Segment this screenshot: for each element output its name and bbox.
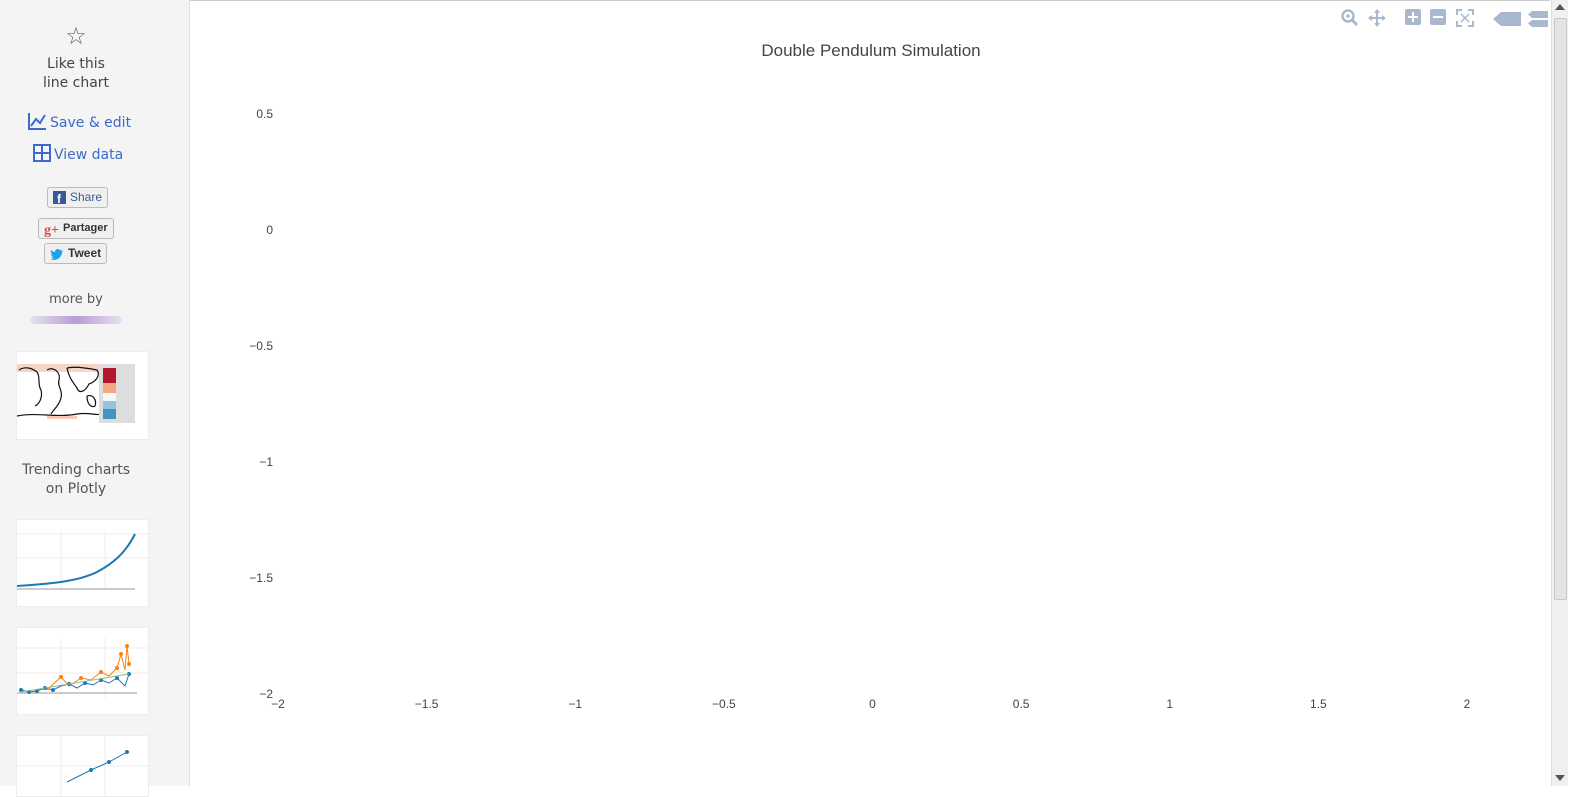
y-tick-label: −1.5 (249, 571, 273, 585)
x-tick-label: −0.5 (712, 697, 736, 711)
pan-icon[interactable] (1368, 9, 1386, 31)
y-tick-label: 0.5 (256, 107, 273, 121)
line-chart-icon (28, 113, 50, 131)
trending-charts-heading: Trending charts on Plotly (0, 461, 152, 499)
trending-chart-thumbnail-3[interactable] (16, 735, 149, 797)
x-tick-label: 1 (1166, 697, 1173, 711)
trending-line-chart-icon (17, 736, 148, 796)
hover-compare-icon[interactable] (1528, 11, 1548, 31)
view-data-label: View data (54, 147, 124, 163)
trending-chart-thumbnail-1[interactable] (16, 519, 149, 607)
x-tick-label: −1 (568, 697, 582, 711)
chart[interactable]: Double Pendulum Simulation 0.5 0 −0.5 −1 −1.… (190, 1, 1550, 787)
y-tick-label: −0.5 (249, 339, 273, 353)
y-axis: 0.50−0.5−1−1.5−2 (249, 107, 273, 701)
tweet-button[interactable]: Tweet (44, 243, 108, 266)
more-by-label: more by (49, 292, 103, 307)
world-map-thumbnail-icon (17, 364, 135, 423)
google-plus-icon: g+ (44, 223, 59, 238)
save-edit-link[interactable]: Save & edit (28, 112, 131, 131)
x-tick-label: 2 (1464, 697, 1471, 711)
scrollbar-thumb[interactable] (1554, 18, 1567, 600)
x-tick-label: 0 (869, 697, 876, 711)
x-tick-label: −1.5 (415, 697, 439, 711)
trending-chart-thumbnail-2[interactable] (16, 627, 149, 715)
x-tick-label: 1.5 (1310, 697, 1327, 711)
facebook-share-label: Share (70, 190, 103, 204)
star-icon[interactable]: ☆ (0, 22, 152, 50)
y-tick-label: 0 (266, 223, 273, 237)
zoom-icon[interactable] (1341, 9, 1359, 31)
x-axis: −2 −1.5 −1 −0.5 0 0.5 1 1.5 2 (271, 697, 1471, 711)
trending-line-chart-icon (17, 530, 148, 590)
chart-title: Double Pendulum Simulation (761, 41, 980, 60)
vertical-scrollbar[interactable] (1551, 0, 1568, 786)
google-plus-share-label: Partager (62, 222, 108, 234)
author-chart-thumbnail[interactable] (16, 351, 149, 440)
grid-icon (33, 144, 54, 163)
twitter-bird-icon (50, 247, 64, 266)
like-chart-link[interactable]: Like this line chart (0, 55, 152, 93)
facebook-share-button[interactable]: f Share (47, 187, 109, 210)
y-tick-label: −1 (259, 455, 273, 469)
like-line-1: Like this (47, 56, 105, 72)
x-tick-label: −2 (271, 697, 285, 711)
zoom-in-icon[interactable] (1405, 9, 1421, 29)
author-name-blurred[interactable] (30, 316, 122, 324)
tweet-label: Tweet (68, 246, 102, 260)
trending-scatter-chart-icon (17, 638, 148, 698)
plot-area: Double Pendulum Simulation 0.5 0 −0.5 −1 −1.… (190, 0, 1550, 787)
facebook-icon: f (53, 191, 66, 210)
scroll-down-icon[interactable] (1555, 775, 1565, 781)
google-plus-share-button[interactable]: g+ Partager (38, 218, 114, 239)
zoom-out-icon[interactable] (1430, 9, 1446, 29)
like-line-2: line chart (42, 75, 110, 91)
autoscale-icon[interactable] (1456, 9, 1474, 31)
hover-closest-icon[interactable] (1493, 11, 1521, 30)
trending-line-1: Trending charts (21, 462, 131, 478)
sidebar: ☆ Like this line chart Save & edit View … (0, 0, 190, 797)
x-tick-label: 0.5 (1013, 697, 1030, 711)
scroll-up-icon[interactable] (1555, 4, 1565, 10)
trending-line-2: on Plotly (45, 481, 107, 497)
save-edit-label: Save & edit (50, 115, 132, 131)
view-data-link[interactable]: View data (33, 144, 123, 163)
